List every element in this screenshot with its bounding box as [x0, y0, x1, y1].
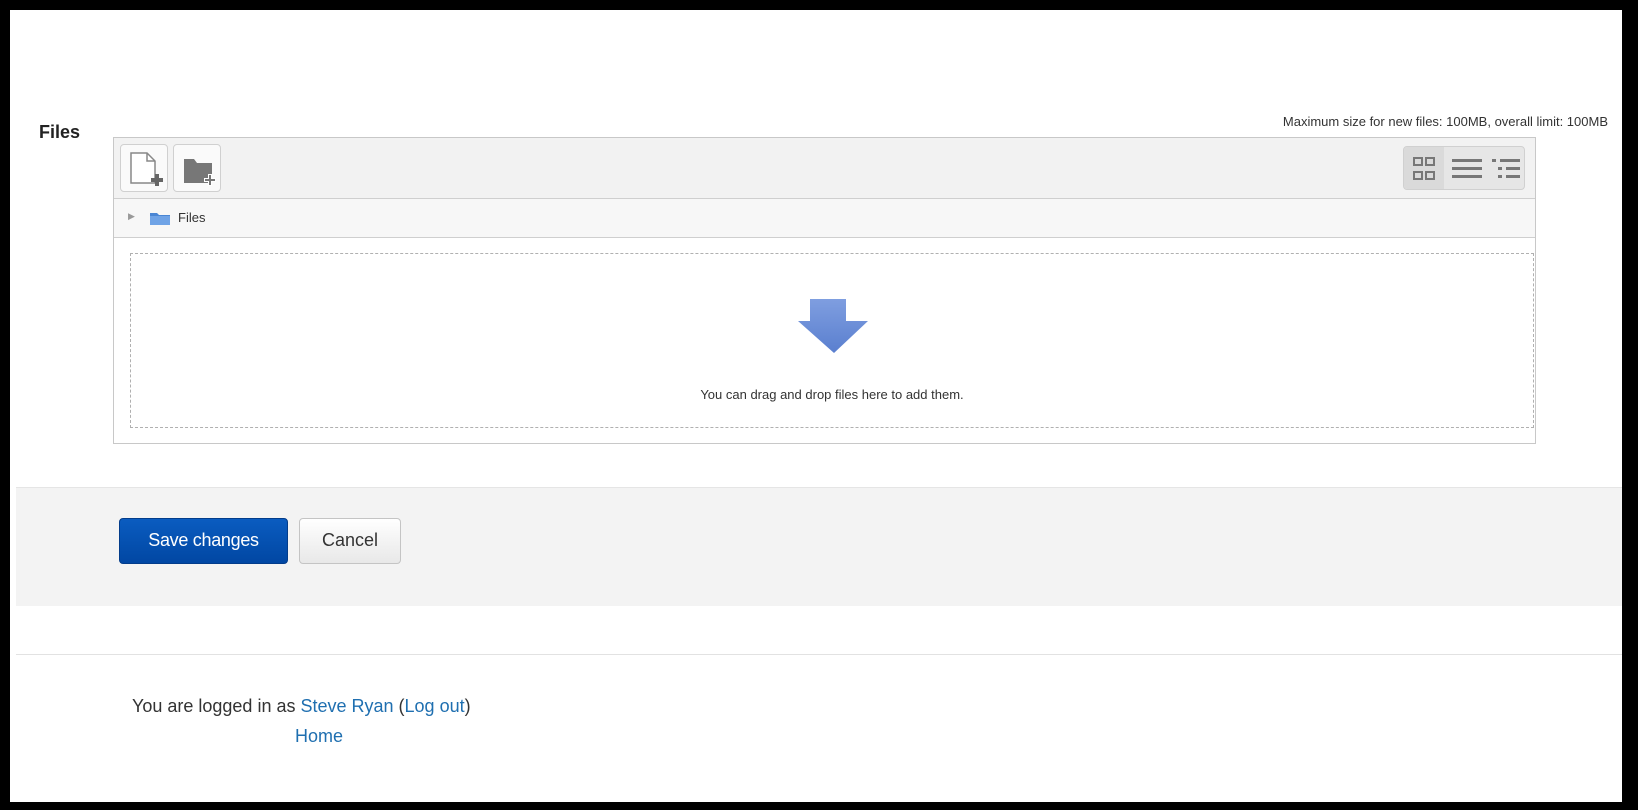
drop-arrow-icon — [798, 299, 868, 353]
folder-icon — [150, 213, 170, 225]
create-folder-icon — [184, 159, 216, 186]
login-info: You are logged in as Steve Ryan (Log out… — [132, 696, 471, 717]
home-link[interactable]: Home — [295, 726, 343, 747]
save-changes-button[interactable]: Save changes — [119, 518, 288, 564]
logout-link[interactable]: Log out — [405, 696, 465, 716]
form-actions: Save changes Cancel — [16, 487, 1622, 606]
user-profile-link[interactable]: Steve Ryan — [300, 696, 393, 716]
file-manager-toolbar — [114, 138, 1535, 199]
cancel-button[interactable]: Cancel — [299, 518, 401, 564]
create-folder-button[interactable] — [173, 144, 221, 192]
login-prefix: You are logged in as — [132, 696, 301, 716]
files-field-label: Files — [39, 122, 81, 142]
file-path-bar: ▶ Files — [114, 199, 1535, 238]
footer-divider — [16, 654, 1622, 655]
page-frame: Files Maximum size for new files: 100MB,… — [10, 10, 1622, 802]
tree-view-icon[interactable] — [1492, 159, 1520, 178]
drop-zone-instructions: You can drag and drop files here to add … — [700, 387, 964, 402]
paren-close: ) — [464, 696, 471, 716]
file-drop-zone[interactable]: You can drag and drop files here to add … — [130, 253, 1534, 428]
add-file-icon — [130, 152, 163, 186]
add-file-button[interactable] — [120, 144, 168, 192]
file-manager: ▶ Files You can drag and drop files here… — [113, 137, 1536, 444]
max-size-notice: Maximum size for new files: 100MB, overa… — [1282, 114, 1608, 129]
details-view-icon[interactable] — [1452, 159, 1482, 178]
icon-view-icon[interactable] — [1404, 147, 1444, 189]
path-folder-label[interactable]: Files — [178, 210, 205, 225]
view-mode-group — [1403, 146, 1525, 190]
paren-open: ( — [393, 696, 405, 716]
expand-arrow-icon[interactable]: ▶ — [128, 211, 135, 222]
